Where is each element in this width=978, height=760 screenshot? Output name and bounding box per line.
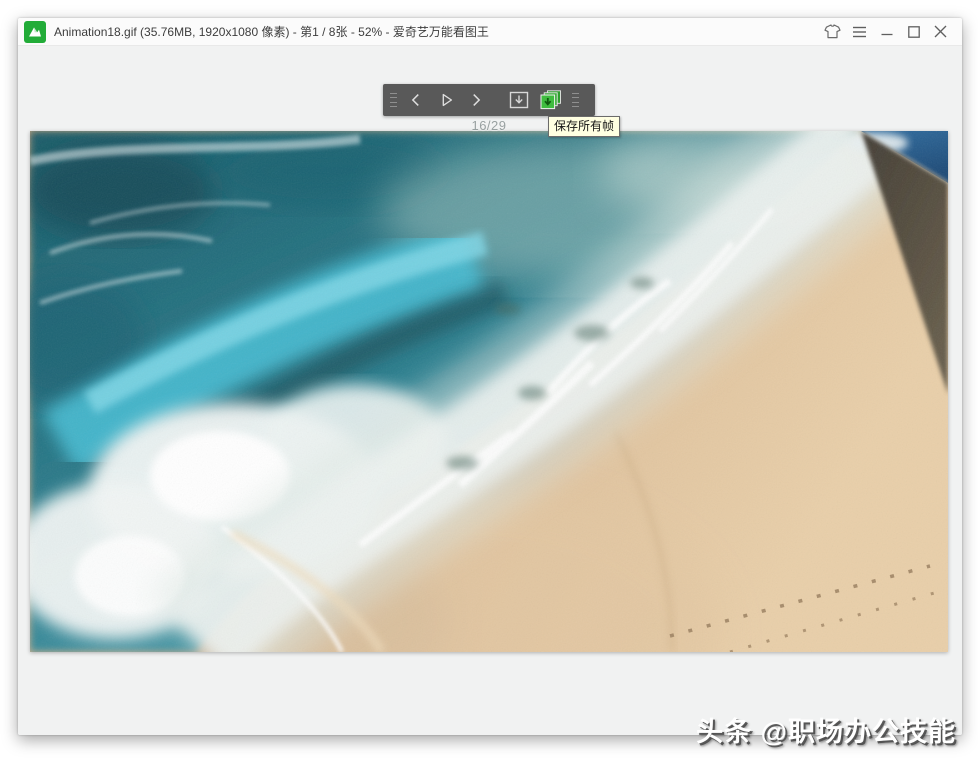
viewer-content: 16/29 保存所有帧 头条 @职场办公技能 <box>18 46 962 747</box>
prev-frame-button[interactable] <box>401 84 431 116</box>
save-all-frames-tooltip: 保存所有帧 <box>548 116 621 137</box>
save-all-frames-button[interactable] <box>535 84 567 116</box>
gif-frame-image <box>30 131 948 652</box>
save-current-frame-button[interactable] <box>503 84 535 116</box>
frame-counter: 16/29 <box>471 118 507 133</box>
photo-canvas[interactable] <box>30 131 948 652</box>
close-icon[interactable] <box>927 19 954 45</box>
window-controls <box>819 19 954 45</box>
chevron-right-icon <box>473 94 481 106</box>
title-bar[interactable]: Animation18.gif (35.76MB, 1920x1080 像素) … <box>18 18 962 46</box>
maximize-icon[interactable] <box>900 19 927 45</box>
play-button[interactable] <box>431 84 461 116</box>
app-logo-icon[interactable] <box>24 20 46 43</box>
watermark-text: 头条 @职场办公技能 <box>696 717 956 747</box>
window-title: Animation18.gif (35.76MB, 1920x1080 像素) … <box>54 25 489 39</box>
viewer-window: Animation18.gif (35.76MB, 1920x1080 像素) … <box>18 18 962 747</box>
save-all-frames-icon <box>540 90 561 110</box>
chevron-left-icon <box>411 94 419 106</box>
toolbar-drag-handle-right[interactable] <box>571 92 581 108</box>
toolbar-drag-handle-left[interactable] <box>389 92 399 108</box>
playback-toolbar <box>383 84 595 116</box>
play-icon <box>442 93 453 107</box>
menu-icon[interactable] <box>846 19 873 45</box>
skin-icon[interactable] <box>819 19 846 45</box>
download-icon <box>509 91 529 109</box>
next-frame-button[interactable] <box>461 84 491 116</box>
minimize-icon[interactable] <box>873 19 900 45</box>
